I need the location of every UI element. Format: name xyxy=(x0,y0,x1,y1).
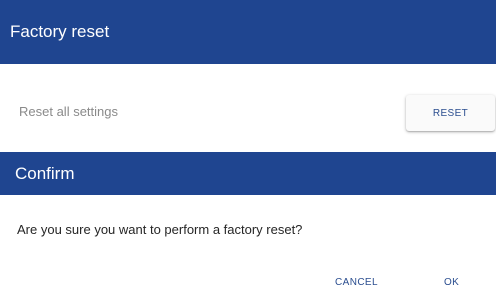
reset-settings-label: Reset all settings xyxy=(19,104,118,119)
confirm-dialog-header: Confirm xyxy=(0,152,496,195)
confirm-dialog-message: Are you sure you want to perform a facto… xyxy=(17,222,303,237)
confirm-dialog-body: Are you sure you want to perform a facto… xyxy=(0,195,496,292)
factory-reset-title: Factory reset xyxy=(10,22,110,41)
factory-reset-header: Factory reset xyxy=(0,0,496,64)
reset-settings-row: Reset all settings RESET xyxy=(0,64,496,152)
reset-button[interactable]: RESET xyxy=(406,95,495,131)
factory-reset-screen: Factory reset Reset all settings RESET C… xyxy=(0,0,496,292)
confirm-dialog-title: Confirm xyxy=(15,163,75,183)
ok-button[interactable]: OK xyxy=(444,277,459,288)
cancel-button[interactable]: CANCEL xyxy=(335,277,378,288)
